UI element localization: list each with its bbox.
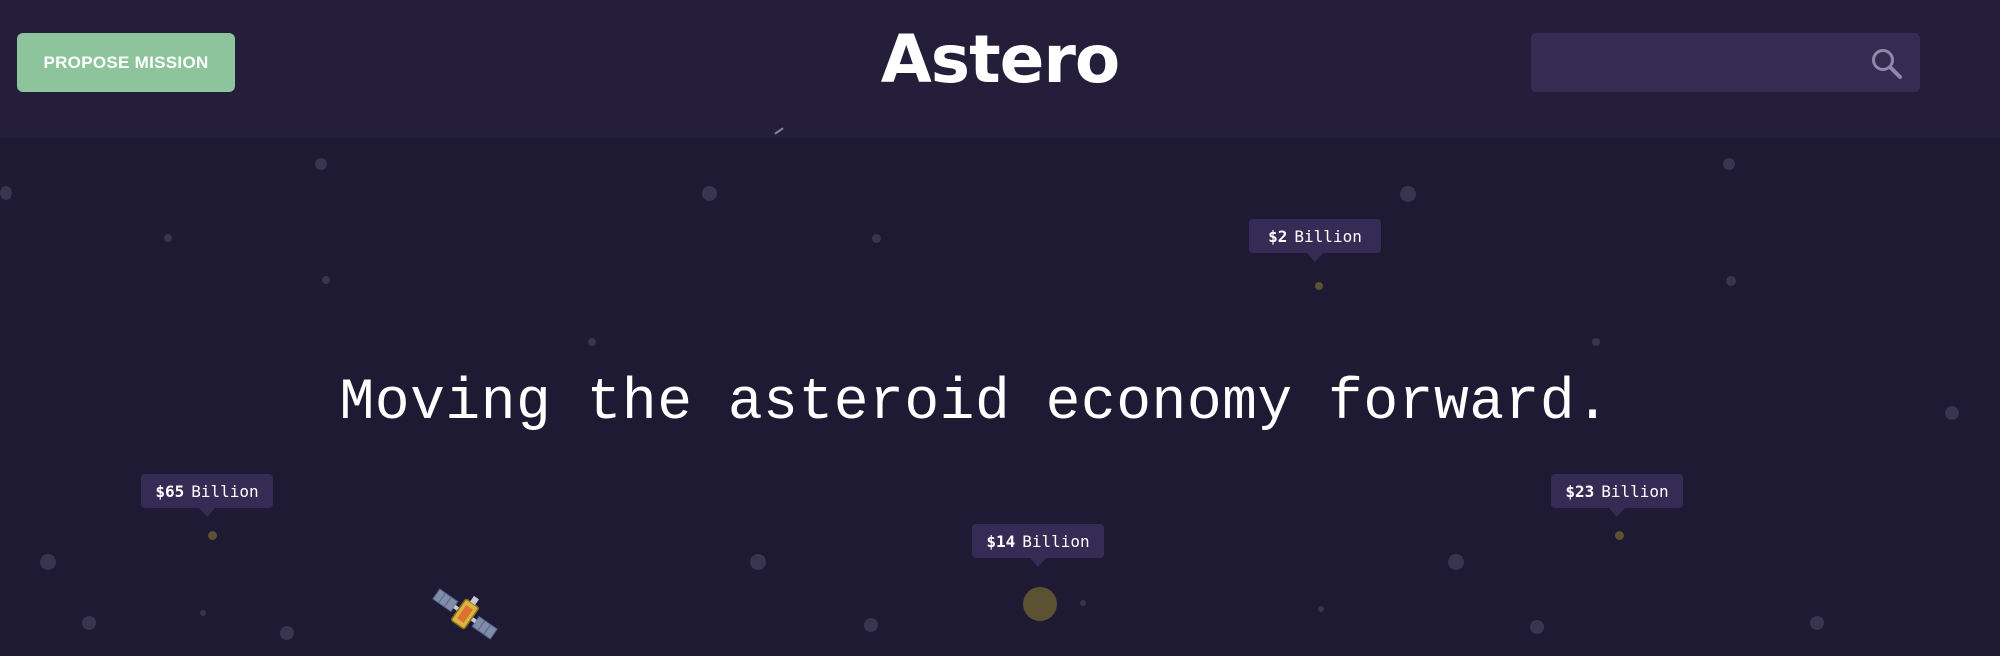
star (1592, 338, 1600, 346)
asteroid-value-amount: $2 (1268, 226, 1288, 246)
asteroid-value-unit: Billion (1022, 531, 1090, 551)
star (702, 186, 717, 201)
satellite-icon (428, 586, 502, 642)
star (1530, 620, 1544, 634)
star (82, 616, 96, 630)
star (315, 158, 327, 170)
site-header: PROPOSE MISSION Astero (0, 0, 2000, 138)
star (164, 234, 172, 242)
asteroid-value-amount: $23 (1565, 481, 1595, 501)
star (280, 626, 294, 640)
search-icon[interactable] (1870, 47, 1904, 81)
hero-headline: Moving the asteroid economy forward. (339, 371, 1611, 436)
star (1810, 616, 1824, 630)
star (1318, 606, 1324, 612)
search-box[interactable] (1531, 33, 1920, 94)
star (200, 610, 206, 616)
asteroid-value-amount: $65 (155, 481, 185, 501)
star (750, 554, 766, 570)
asteroid-value-tag: $23 Billion (1551, 474, 1683, 517)
asteroid-value-amount: $14 (986, 531, 1016, 551)
star (1448, 554, 1464, 570)
star (40, 554, 56, 570)
asteroid[interactable] (1615, 531, 1624, 540)
asteroid-value-unit: Billion (1601, 481, 1669, 501)
star (1723, 158, 1735, 170)
star (1400, 186, 1416, 202)
asteroid[interactable] (1023, 587, 1057, 621)
asteroid-value-tag: $2 Billion (1249, 219, 1381, 262)
asteroid[interactable] (208, 531, 217, 540)
star (1726, 276, 1736, 286)
asteroid-value-unit: Billion (191, 481, 259, 501)
asteroid-value-tag: $65 Billion (141, 474, 273, 517)
star (1080, 600, 1086, 606)
search-input[interactable] (1531, 33, 1869, 94)
star (872, 234, 881, 243)
star (322, 276, 330, 284)
star (864, 618, 878, 632)
star (588, 338, 596, 346)
star (0, 186, 12, 200)
asteroid-value-tag: $14 Billion (972, 524, 1104, 567)
asteroid-value-unit: Billion (1294, 226, 1362, 246)
asteroid[interactable] (1315, 282, 1323, 290)
